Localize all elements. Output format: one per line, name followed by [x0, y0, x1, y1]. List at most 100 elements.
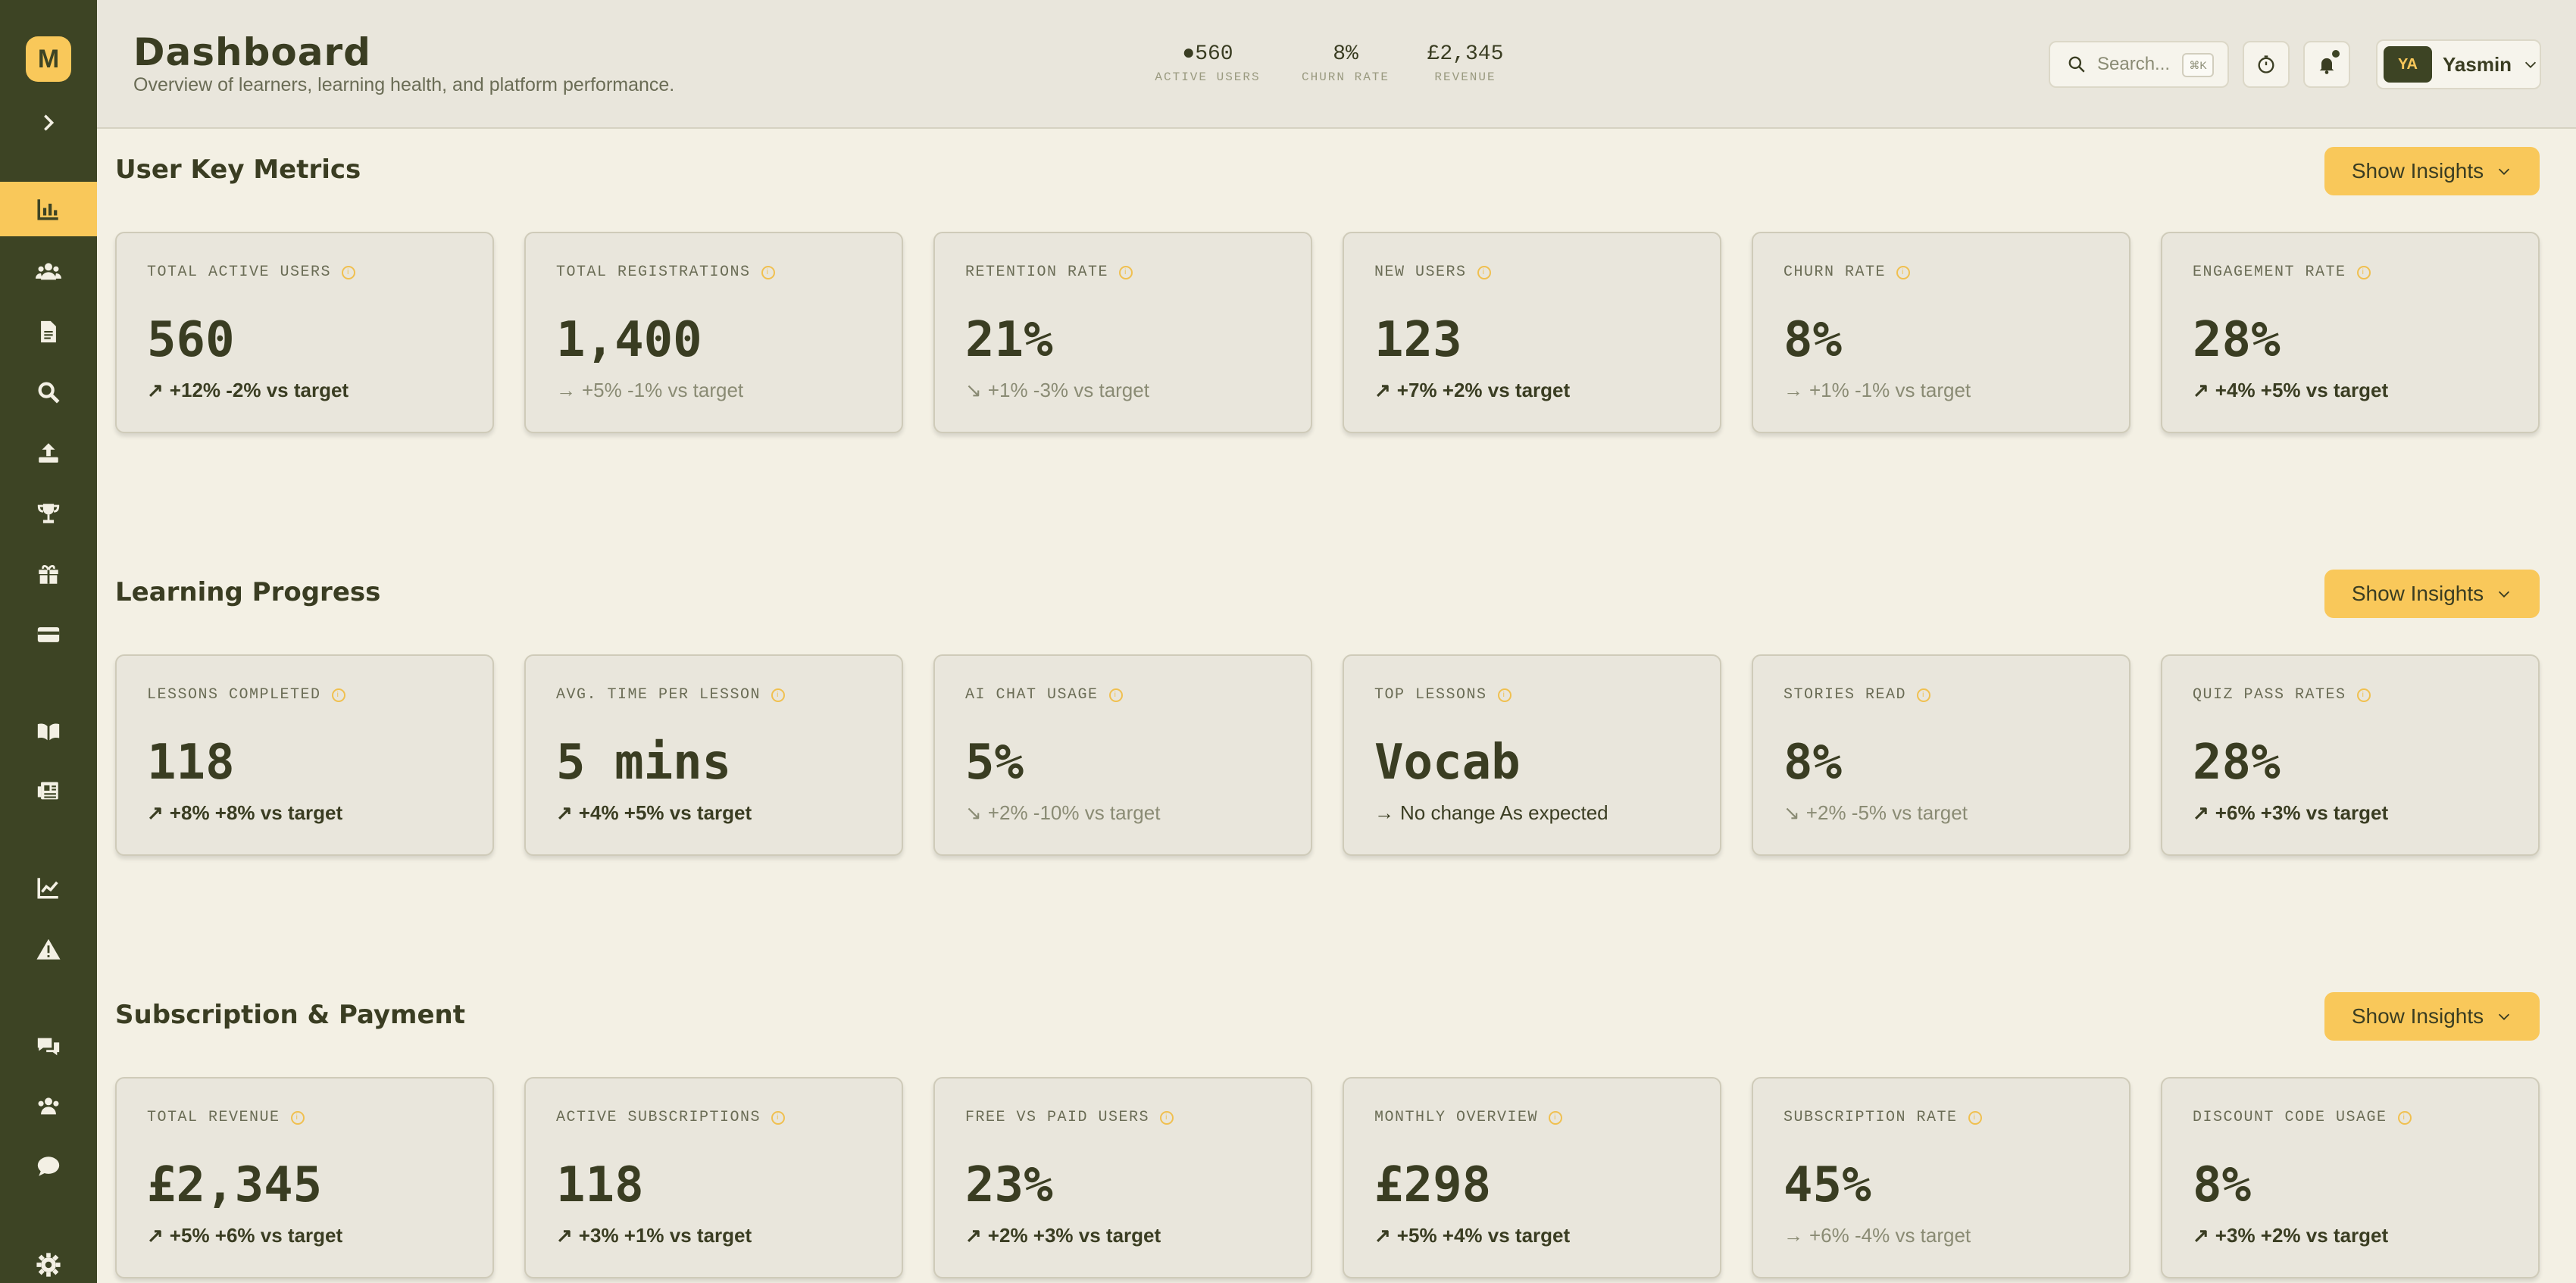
metric-label-text: RETENTION RATE: [965, 264, 1109, 281]
chevron-down-icon: [2499, 1013, 2510, 1020]
nav-rewards[interactable]: [0, 547, 97, 601]
info-icon[interactable]: i: [1549, 1110, 1563, 1125]
stat-label: REVENUE: [1434, 70, 1496, 84]
nav-documents[interactable]: [0, 304, 97, 359]
nav-users[interactable]: [0, 244, 97, 298]
nav-reports[interactable]: [0, 860, 97, 915]
brand-logo[interactable]: M: [26, 36, 71, 82]
metric-card[interactable]: QUIZ PASS RATES i 28% ↗ +6% +3% vs target: [2161, 654, 2540, 856]
metric-value: 8%: [1784, 735, 1843, 791]
info-icon[interactable]: i: [1896, 265, 1911, 279]
info-icon[interactable]: i: [771, 688, 786, 702]
info-icon[interactable]: i: [2356, 265, 2371, 279]
nav-community[interactable]: [0, 1079, 97, 1133]
metric-card[interactable]: AI CHAT USAGE i 5% ↘ +2% -10% vs target: [933, 654, 1312, 856]
news-icon: [37, 782, 58, 800]
nav-library[interactable]: [0, 704, 97, 759]
user-name: Yasmin: [2443, 52, 2512, 76]
trend-arrow-icon: ↗: [2193, 379, 2209, 401]
info-icon[interactable]: i: [331, 688, 345, 702]
nav-settings[interactable]: [0, 1238, 97, 1283]
show-insights-button[interactable]: Show Insights: [2324, 147, 2540, 195]
metric-card[interactable]: TOTAL ACTIVE USERS i 560 ↗ +12% -2% vs targe…: [115, 232, 494, 433]
metric-card[interactable]: AVG. TIME PER LESSON i 5 mins ↗ +4% +5% vs t…: [524, 654, 903, 856]
info-icon[interactable]: i: [771, 1110, 786, 1125]
show-insights-button[interactable]: Show Insights: [2324, 570, 2540, 618]
info-icon[interactable]: i: [2397, 1110, 2412, 1125]
metric-label-text: MONTHLY OVERVIEW: [1374, 1109, 1539, 1126]
metric-value: 5%: [965, 735, 1024, 791]
metric-card[interactable]: TOTAL REVENUE i £2,345 ↗ +5% +6% vs target: [115, 1077, 494, 1278]
notifications-button[interactable]: [2303, 41, 2350, 88]
show-insights-label: Show Insights: [2351, 1004, 2484, 1028]
info-icon[interactable]: i: [1160, 1110, 1174, 1125]
chevron-right-icon: [44, 114, 55, 131]
search-box[interactable]: Search... ⌘K: [2049, 41, 2229, 88]
info-icon[interactable]: i: [342, 265, 356, 279]
header-stat-churn-rate: 8% CHURN RATE: [1293, 42, 1399, 84]
metric-card[interactable]: TOP LESSONS i Vocab → No change As expected: [1343, 654, 1721, 856]
timer-button[interactable]: [2243, 41, 2290, 88]
metric-trend: ↘ +1% -3% vs target: [965, 379, 1149, 402]
nav-alerts[interactable]: [0, 922, 97, 977]
info-icon[interactable]: i: [1968, 1110, 1982, 1125]
metric-card[interactable]: LESSONS COMPLETED i 118 ↗ +8% +8% vs target: [115, 654, 494, 856]
metric-card[interactable]: CHURN RATE i 8% → +1% -1% vs target: [1752, 232, 2131, 433]
metric-value: £298: [1374, 1157, 1492, 1213]
nav-achievements[interactable]: [0, 486, 97, 541]
search-icon: [2068, 56, 2085, 73]
metric-value: 28%: [2193, 735, 2281, 791]
info-icon[interactable]: i: [290, 1110, 305, 1125]
metric-card[interactable]: NEW USERS i 123 ↗ +7% +2% vs target: [1343, 232, 1721, 433]
user-menu[interactable]: YA Yasmin: [2376, 39, 2541, 89]
info-icon[interactable]: i: [1108, 688, 1123, 702]
nav-chat[interactable]: [0, 1019, 97, 1074]
metric-label: TOTAL ACTIVE USERS i: [147, 264, 356, 281]
page-title: Dashboard: [133, 30, 371, 74]
metric-card[interactable]: SUBSCRIPTION RATE i 45% → +6% -4% vs target: [1752, 1077, 2131, 1278]
page-subtitle: Overview of learners, learning health, a…: [133, 74, 675, 95]
info-icon[interactable]: i: [1477, 265, 1491, 279]
nav-messages[interactable]: [0, 1139, 97, 1194]
nav-payments[interactable]: [0, 607, 97, 662]
trend-text: +1% -1% vs target: [1809, 379, 1971, 401]
trend-arrow-icon: →: [1784, 1224, 1803, 1247]
metric-label-text: QUIZ PASS RATES: [2193, 686, 2346, 704]
info-icon[interactable]: i: [2356, 688, 2371, 702]
metric-value: 45%: [1784, 1157, 1871, 1213]
expand-sidebar-button[interactable]: [33, 108, 64, 138]
metric-card[interactable]: DISCOUNT CODE USAGE i 8% ↗ +3% +2% vs target: [2161, 1077, 2540, 1278]
metric-card[interactable]: ACTIVE SUBSCRIPTIONS i 118 ↗ +3% +1% vs targ…: [524, 1077, 903, 1278]
nav-stories[interactable]: [0, 763, 97, 818]
trend-text: +5% +6% vs target: [169, 1224, 343, 1247]
metric-card[interactable]: RETENTION RATE i 21% ↘ +1% -3% vs target: [933, 232, 1312, 433]
nav-upload[interactable]: [0, 426, 97, 480]
settings-icon: [36, 1253, 61, 1277]
metric-card[interactable]: MONTHLY OVERVIEW i £298 ↗ +5% +4% vs target: [1343, 1077, 1721, 1278]
stat-label: CHURN RATE: [1301, 70, 1390, 84]
metric-label-text: TOP LESSONS: [1374, 686, 1487, 704]
metric-card[interactable]: ENGAGEMENT RATE i 28% ↗ +4% +5% vs target: [2161, 232, 2540, 433]
nav-analytics[interactable]: [0, 182, 97, 236]
metric-trend: → +6% -4% vs target: [1784, 1224, 1971, 1247]
metric-label: QUIZ PASS RATES i: [2193, 686, 2371, 704]
metric-card[interactable]: STORIES READ i 8% ↘ +2% -5% vs target: [1752, 654, 2131, 856]
nav-search[interactable]: [0, 365, 97, 420]
stat-value: 8%: [1333, 42, 1358, 66]
show-insights-button[interactable]: Show Insights: [2324, 992, 2540, 1041]
metric-label: ENGAGEMENT RATE i: [2193, 264, 2371, 281]
trend-arrow-icon: →: [556, 379, 576, 401]
metric-label: AI CHAT USAGE i: [965, 686, 1123, 704]
metric-value: 21%: [965, 312, 1053, 368]
metric-value: 5 mins: [556, 735, 732, 791]
info-icon[interactable]: i: [1497, 688, 1512, 702]
metric-card[interactable]: FREE VS PAID USERS i 23% ↗ +2% +3% vs target: [933, 1077, 1312, 1278]
trend-text: +2% -5% vs target: [1805, 801, 1968, 824]
info-icon[interactable]: i: [761, 265, 775, 279]
metric-trend: ↗ +4% +5% vs target: [556, 801, 752, 825]
analytics-icon: [37, 199, 58, 220]
metric-card[interactable]: TOTAL REGISTRATIONS i 1,400 → +5% -1% vs tar…: [524, 232, 903, 433]
metric-label-text: CHURN RATE: [1784, 264, 1887, 281]
info-icon[interactable]: i: [1119, 265, 1133, 279]
info-icon[interactable]: i: [1917, 688, 1931, 702]
